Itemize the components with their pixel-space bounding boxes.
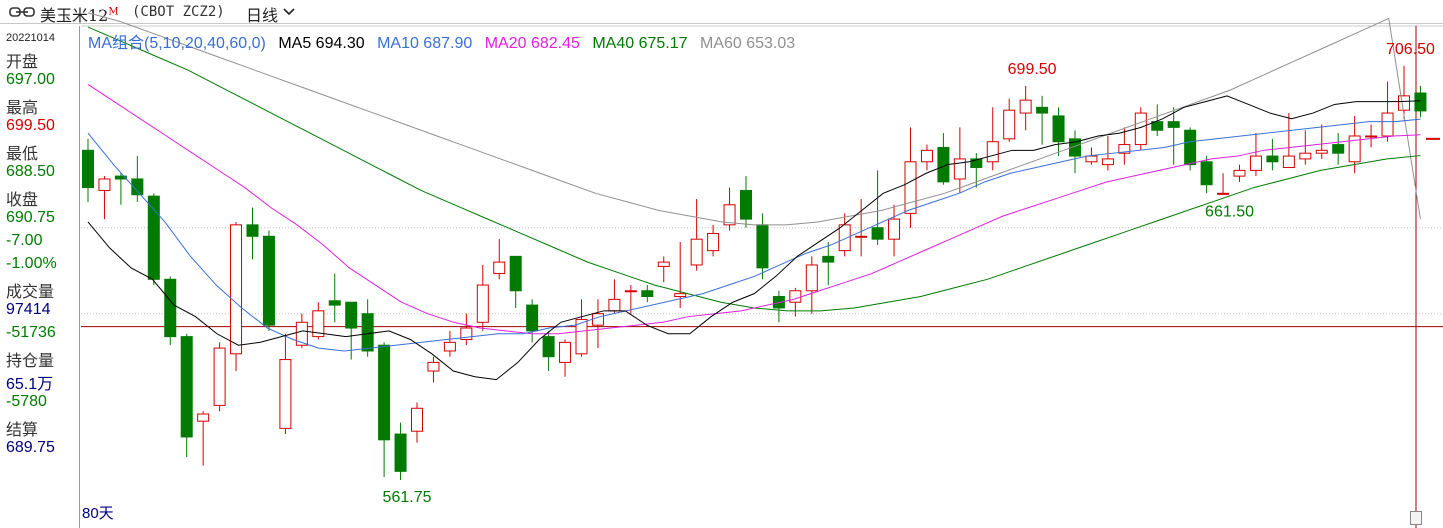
candle-down (394, 433, 407, 472)
legend-ma5: MA5 694.30 (278, 35, 365, 52)
candle-down (345, 301, 358, 329)
candle-up (591, 313, 604, 326)
candle-down (509, 255, 522, 292)
candle-down (756, 224, 769, 269)
candle-up (789, 290, 802, 303)
ma10-line (87, 118, 1421, 352)
candle-up (559, 341, 572, 363)
candle-down (542, 336, 555, 358)
candle-up (904, 161, 917, 214)
candle-up (888, 218, 901, 240)
visible-days-label: 80天 (82, 505, 114, 522)
candle-up (1381, 112, 1394, 137)
candle-down (164, 278, 177, 338)
candle-down (262, 235, 275, 326)
candle-up (920, 149, 933, 163)
candle-down (378, 344, 391, 441)
candle-up (493, 261, 506, 275)
annotation-low: 661.50 (1205, 204, 1254, 221)
candle-up (98, 178, 111, 191)
ma-group-selector[interactable]: MA组合(5,10,20,40,60,0) (88, 35, 266, 52)
candle-up (707, 232, 720, 252)
candle-down (1266, 155, 1279, 163)
candle-up (230, 224, 243, 355)
candle-down (526, 304, 539, 332)
candle-up (197, 413, 210, 422)
candle-up (1217, 192, 1230, 195)
candle-up (657, 261, 670, 267)
candle-down (871, 227, 884, 240)
candle-up (1101, 158, 1114, 166)
candle-down (1414, 92, 1427, 112)
candle-down (822, 255, 835, 263)
candle-up (295, 321, 308, 346)
candle-down (180, 336, 193, 438)
candle-up (1233, 169, 1246, 177)
candle-up (1315, 149, 1328, 154)
candle-up (1249, 155, 1262, 171)
candle-up (427, 361, 440, 372)
legend-ma60: MA60 653.03 (699, 35, 796, 52)
candle-down (1167, 121, 1180, 128)
candle-up (1019, 99, 1032, 114)
candle-down (361, 313, 374, 352)
candle-down (1184, 129, 1197, 166)
candle-up (855, 235, 868, 238)
annotation-high: 706.50 (1386, 41, 1435, 58)
candle-up (674, 293, 687, 297)
candle-down (1200, 161, 1213, 186)
candle-up (1003, 109, 1016, 140)
candle-up (411, 407, 423, 432)
candle-down (328, 300, 341, 306)
ma40-line (87, 26, 1421, 312)
candle-up (476, 284, 489, 323)
annotation-low: 561.75 (383, 489, 432, 506)
candle-up (213, 347, 226, 406)
candle-up (1299, 152, 1312, 160)
candle-down (740, 189, 752, 220)
candle-up (1085, 155, 1098, 163)
candle-up (953, 158, 966, 180)
candle-up (1365, 135, 1378, 138)
candle-down (246, 224, 259, 237)
candle-up (986, 141, 999, 163)
candle-up (805, 264, 818, 292)
candle-down (147, 195, 160, 280)
legend-ma10: MA10 687.90 (377, 35, 473, 52)
annotation-high: 699.50 (1008, 61, 1057, 78)
candle-up (279, 359, 292, 429)
candle-up (624, 290, 637, 293)
legend-ma40: MA40 675.17 (592, 35, 688, 52)
candle-up (443, 341, 456, 352)
candle-down (1052, 115, 1065, 143)
candlestick-chart[interactable]: 699.50 706.50 661.50 561.75 (0, 0, 1443, 528)
candle-up (1398, 95, 1410, 111)
candle-down (1332, 144, 1345, 154)
legend-ma20: MA20 682.45 (484, 35, 580, 52)
candle-down (641, 290, 654, 297)
ma-legend: MA组合(5,10,20,40,60,0) MA5 694.30 MA10 68… (88, 29, 803, 53)
crosshair-handle[interactable] (1410, 511, 1422, 525)
candle-up (1282, 155, 1295, 169)
candle-down (1036, 106, 1049, 114)
candle-down (82, 149, 94, 189)
candle-up (838, 224, 851, 252)
candle-up (690, 238, 703, 266)
candle-up (608, 298, 621, 312)
